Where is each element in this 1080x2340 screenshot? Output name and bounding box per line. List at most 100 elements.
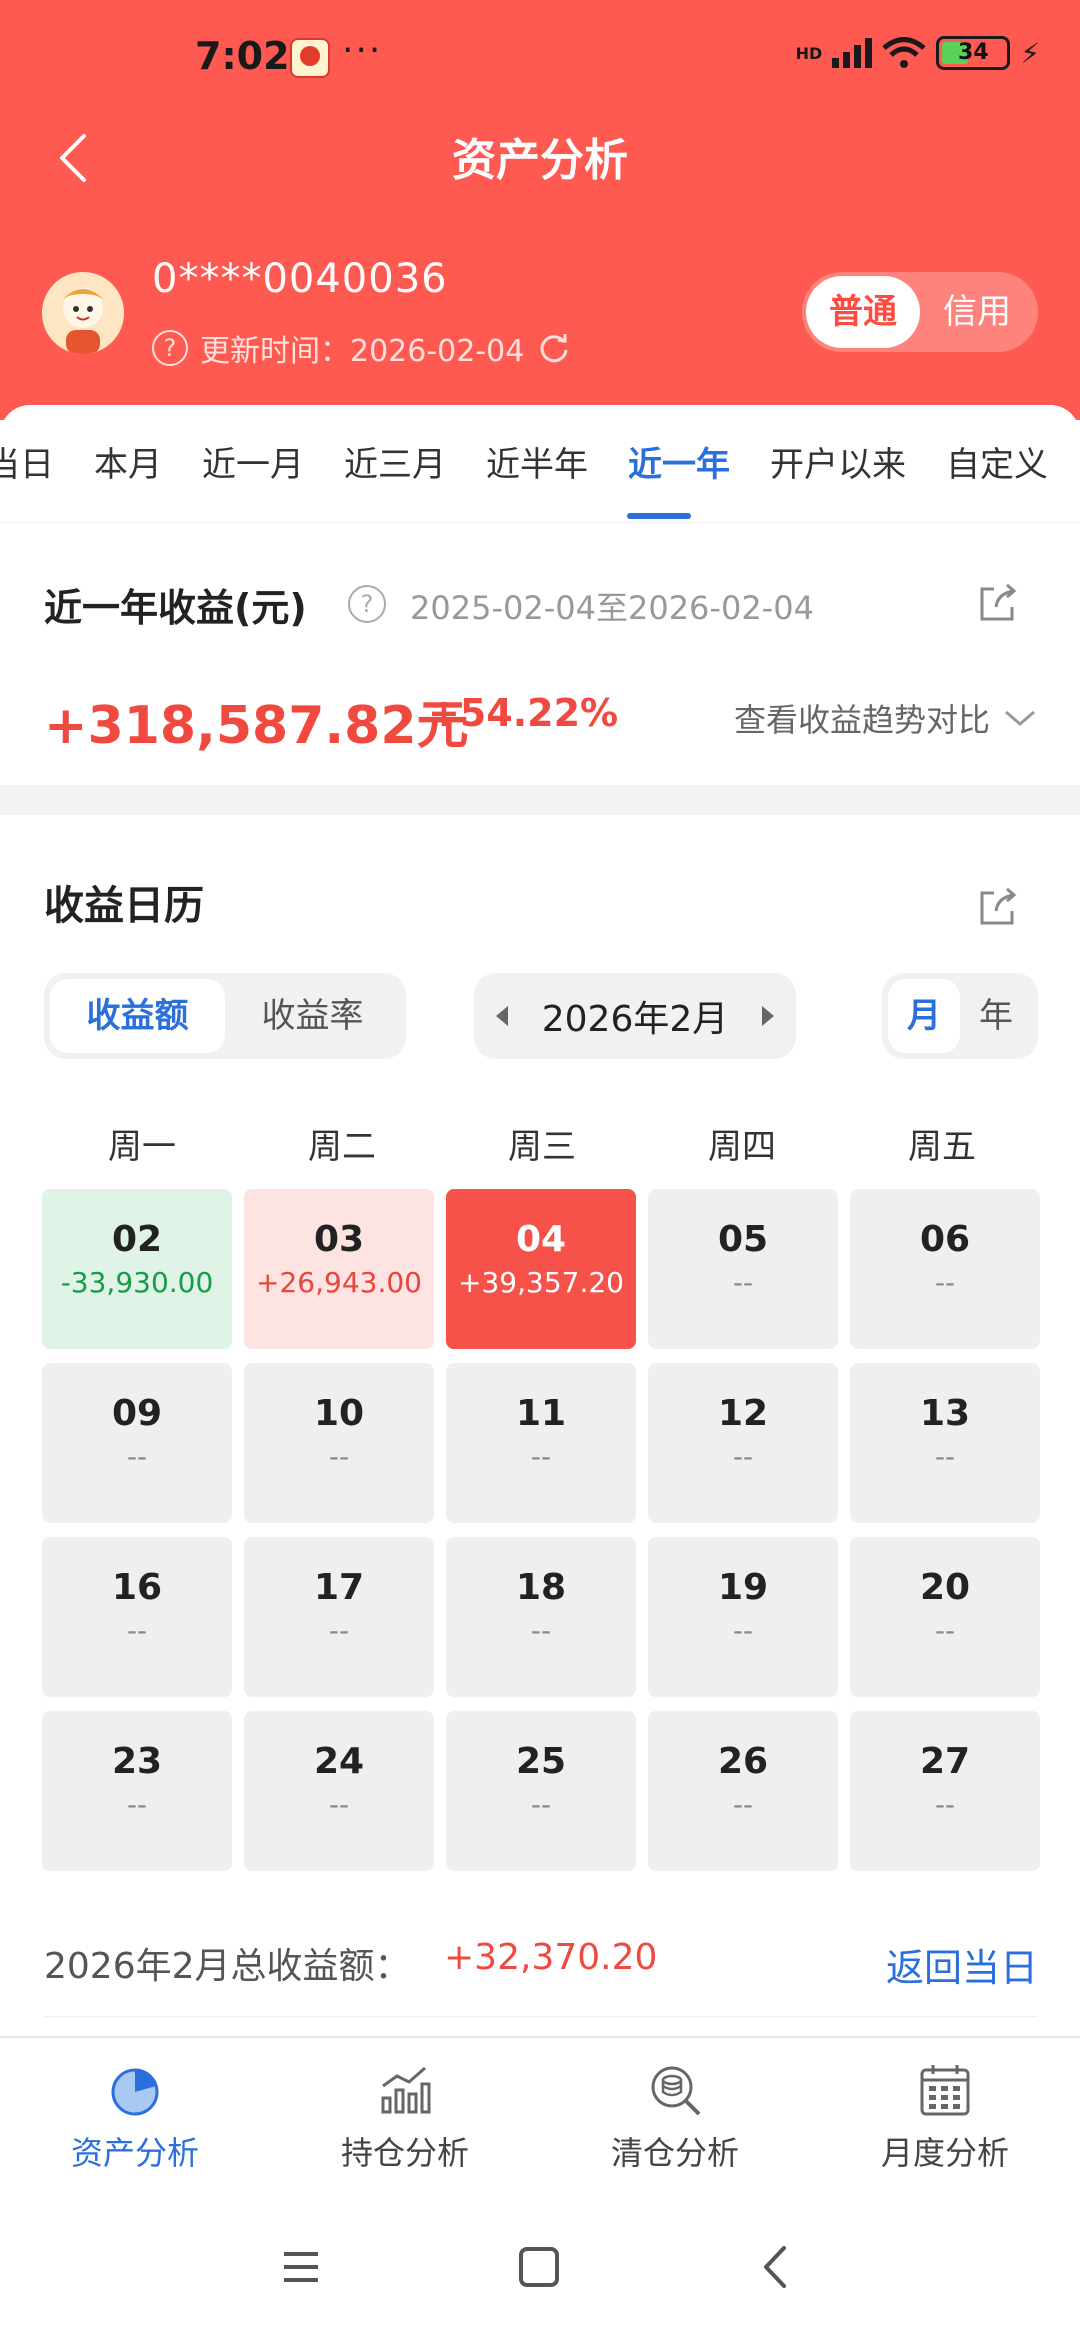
home-icon[interactable] [514, 2242, 564, 2292]
day-earnings: -- [934, 1440, 956, 1473]
nav-label: 资产分析 [70, 2134, 199, 2172]
calendar-day[interactable]: 25 -- [446, 1711, 636, 1871]
month-total-value: +32,370.20 [444, 1937, 658, 1978]
calendar-day[interactable]: 23 -- [42, 1711, 232, 1871]
tab-last-6-months[interactable]: 近半年 [486, 437, 588, 487]
day-number: 16 [111, 1567, 163, 1608]
tab-this-month[interactable]: 本月 [94, 437, 162, 487]
calendar-day[interactable]: 02 -33,930.00 [42, 1189, 232, 1349]
day-earnings: -- [328, 1788, 350, 1821]
month-label[interactable]: 2026年2月 [542, 990, 729, 1042]
day-number: 18 [515, 1567, 567, 1608]
period-tabs: 当日 本月 近一月 近三月 近半年 近一年 开户以来 自定义 [0, 405, 1080, 523]
calendar-share-icon[interactable] [976, 885, 1020, 929]
day-earnings: -- [126, 1788, 148, 1821]
calendar-day[interactable]: 05 -- [648, 1189, 838, 1349]
period-toggle: 月 年 [882, 973, 1038, 1059]
period-month[interactable]: 月 [888, 979, 960, 1053]
nav-label: 清仓分析 [610, 2134, 739, 2172]
day-earnings: -- [530, 1440, 552, 1473]
account-number: 0****0040036 [152, 256, 448, 302]
summary-date-range: 2025-02-04至2026-02-04 [410, 589, 814, 627]
calendar-day[interactable]: 17 -- [244, 1537, 434, 1697]
menu-icon[interactable] [276, 2242, 326, 2292]
calendar-day[interactable]: 26 -- [648, 1711, 838, 1871]
calendar-day[interactable]: 19 -- [648, 1537, 838, 1697]
bar-chart-icon [381, 2066, 431, 2114]
mode-credit[interactable]: 信用 [920, 276, 1034, 348]
trend-compare-toggle[interactable]: 查看收益趋势对比 [734, 695, 1036, 741]
system-back-icon[interactable] [752, 2242, 802, 2292]
update-time: 更新时间：2026-02-04 [200, 334, 525, 369]
day-earnings: -- [126, 1614, 148, 1647]
day-earnings: -- [126, 1440, 148, 1473]
calendar-day[interactable]: 20 -- [850, 1537, 1040, 1697]
page-title: 资产分析 [452, 135, 628, 186]
pie-chart-icon [111, 2068, 159, 2116]
period-year[interactable]: 年 [960, 979, 1032, 1053]
weekday-thu: 周四 [708, 1127, 776, 1167]
calendar-day[interactable]: 12 -- [648, 1363, 838, 1523]
metric-amount[interactable]: 收益额 [50, 979, 225, 1053]
calendar-day[interactable]: 03 +26,943.00 [244, 1189, 434, 1349]
nav-holdings-analysis[interactable]: 持仓分析 [270, 2038, 540, 2186]
day-number: 11 [515, 1393, 567, 1434]
back-to-today-link[interactable]: 返回当日 [886, 1937, 1038, 1992]
day-number: 24 [313, 1741, 365, 1782]
day-earnings: -- [328, 1614, 350, 1647]
nav-asset-analysis[interactable]: 资产分析 [0, 2038, 270, 2186]
nav-clearance-analysis[interactable]: 清仓分析 [540, 2038, 810, 2186]
summary-title: 近一年收益(元) [44, 586, 307, 630]
day-earnings: +39,357.20 [458, 1266, 624, 1299]
tab-since-opening[interactable]: 开户以来 [770, 437, 906, 487]
calendar-day-selected[interactable]: 04 +39,357.20 [446, 1189, 636, 1349]
summary-percent: +54.22% [428, 691, 619, 735]
more-notifications-icon: ··· [342, 30, 383, 71]
nav-label: 月度分析 [880, 2134, 1009, 2172]
metric-toggle: 收益额 收益率 [44, 973, 406, 1059]
calendar-day[interactable]: 13 -- [850, 1363, 1040, 1523]
month-total-row: 2026年2月总收益额： +32,370.20 返回当日 [44, 1917, 1038, 2017]
day-number: 12 [717, 1393, 769, 1434]
calendar-day[interactable]: 27 -- [850, 1711, 1040, 1871]
calendar-day[interactable]: 06 -- [850, 1189, 1040, 1349]
section-divider [0, 785, 1080, 815]
system-nav-bar [0, 2186, 1080, 2340]
tab-last-3-months[interactable]: 近三月 [344, 437, 446, 487]
help-icon[interactable]: ? [152, 330, 188, 366]
tab-last-month[interactable]: 近一月 [202, 437, 304, 487]
next-month-icon[interactable] [762, 1006, 774, 1026]
prev-month-icon[interactable] [496, 1006, 508, 1026]
avatar[interactable] [42, 272, 124, 354]
calendar-day[interactable]: 16 -- [42, 1537, 232, 1697]
earnings-calendar: 收益日历 收益额 收益率 2026年2月 月 年 周一 周二 周三 周四 周五 … [0, 815, 1080, 2035]
app-notification-icon [290, 38, 330, 78]
day-earnings: -- [732, 1614, 754, 1647]
day-earnings: -- [732, 1788, 754, 1821]
update-time-row: ? 更新时间：2026-02-04 [152, 326, 572, 370]
share-icon[interactable] [976, 581, 1020, 625]
day-number: 20 [919, 1567, 971, 1608]
day-earnings: -- [732, 1440, 754, 1473]
metric-rate[interactable]: 收益率 [225, 979, 400, 1053]
calendar-day[interactable]: 10 -- [244, 1363, 434, 1523]
day-number: 25 [515, 1741, 567, 1782]
calendar-day[interactable]: 11 -- [446, 1363, 636, 1523]
tab-custom[interactable]: 自定义 [946, 437, 1048, 487]
summary-help-icon[interactable]: ? [348, 585, 386, 623]
calendar-day[interactable]: 18 -- [446, 1537, 636, 1697]
calendar-day[interactable]: 24 -- [244, 1711, 434, 1871]
refresh-icon[interactable] [536, 330, 572, 366]
battery-level: 34 [958, 40, 989, 65]
weekday-fri: 周五 [908, 1127, 976, 1167]
nav-monthly-analysis[interactable]: 月度分析 [810, 2038, 1080, 2186]
day-number: 02 [111, 1219, 163, 1260]
weekday-wed: 周三 [508, 1127, 576, 1167]
mode-normal[interactable]: 普通 [806, 276, 920, 348]
day-earnings: -- [934, 1266, 956, 1299]
status-bar: 7:02 ··· HD 34 ⚡ [0, 0, 1080, 110]
tab-today[interactable]: 当日 [0, 437, 54, 487]
calendar-day[interactable]: 09 -- [42, 1363, 232, 1523]
calendar-grid: 02 -33,930.00 03 +26,943.00 04 +39,357.20 0… [42, 1189, 1042, 1871]
tab-last-year[interactable]: 近一年 [628, 437, 730, 487]
